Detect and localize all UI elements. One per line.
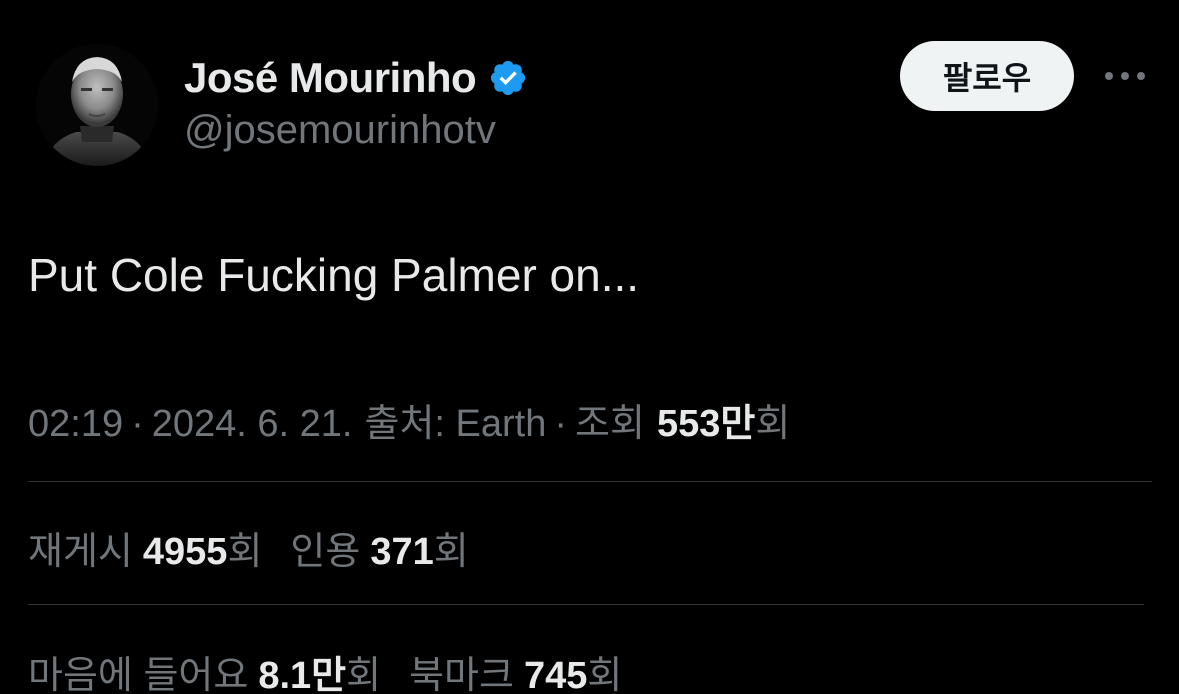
tweet-text: Put Cole Fucking Palmer on... — [28, 249, 640, 301]
reposts-stat[interactable]: 재게시 4955 회 — [28, 520, 262, 575]
quotes-label: 인용 — [290, 531, 361, 573]
avatar[interactable] — [36, 44, 158, 166]
separator: · — [131, 403, 144, 445]
separator: · — [554, 403, 568, 445]
tweet-time[interactable]: 02:19 — [28, 403, 123, 446]
verified-badge-icon[interactable] — [488, 58, 528, 98]
divider — [28, 481, 1152, 482]
reposts-label: 재게시 — [28, 531, 133, 573]
views-count: 553만 — [656, 403, 756, 445]
tweet-source: 출처: Earth — [364, 403, 547, 445]
likes-suffix: 회 — [346, 655, 382, 694]
reposts-suffix: 회 — [227, 531, 263, 573]
quotes-count: 371 — [370, 531, 434, 573]
stats-row-likes: 마음에 들어요 8.1만 회 북마크 745 회 — [28, 644, 622, 694]
views-suffix: 회 — [755, 403, 791, 445]
handle[interactable]: @josemourinhotv — [184, 108, 496, 153]
quotes-stat[interactable]: 인용 371 회 — [290, 520, 468, 575]
profile-photo — [36, 44, 158, 166]
tweet-date[interactable]: 2024. 6. 21. — [152, 403, 353, 446]
bookmarks-count: 745 — [523, 655, 588, 694]
likes-count: 8.1만 — [258, 655, 347, 694]
follow-button[interactable]: 팔로우 — [900, 41, 1074, 111]
more-dots-icon[interactable] — [1100, 56, 1150, 96]
stats-row-reposts: 재게시 4955 회 인용 371 회 — [28, 520, 469, 575]
bookmarks-label: 북마크 — [409, 655, 514, 694]
bookmarks-suffix: 회 — [587, 655, 623, 694]
divider — [28, 604, 1144, 605]
display-name-row: José Mourinho — [184, 52, 528, 104]
likes-stat[interactable]: 마음에 들어요 8.1만 회 — [28, 644, 381, 694]
bookmarks-stat[interactable]: 북마크 745 회 — [409, 644, 622, 694]
likes-label: 마음에 들어요 — [28, 655, 249, 694]
tweet-meta: 02:19 · 2024. 6. 21. 출처: Earth · 조회 553만… — [28, 392, 790, 447]
quotes-suffix: 회 — [433, 531, 469, 573]
display-name[interactable]: José Mourinho — [184, 54, 477, 102]
views-label: 조회 — [575, 403, 645, 445]
reposts-count: 4955 — [142, 531, 228, 573]
